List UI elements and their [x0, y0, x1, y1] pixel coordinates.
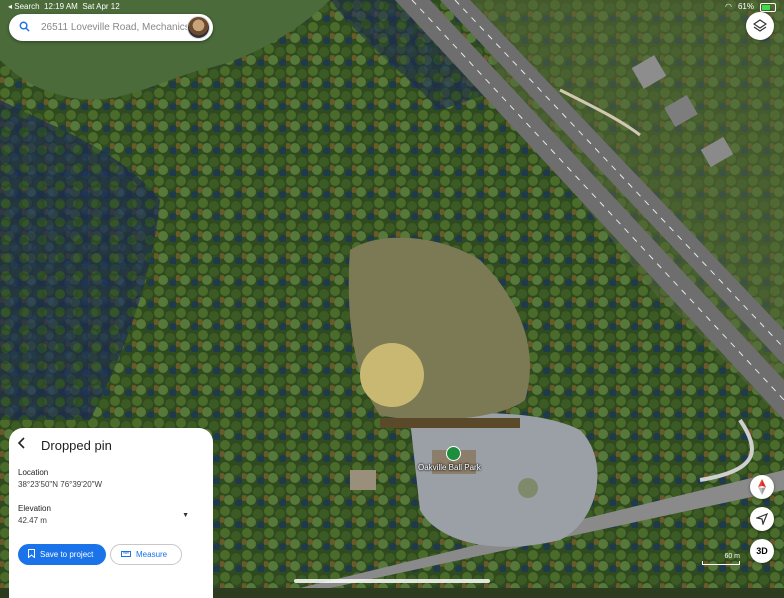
panel-header: Dropped pin [17, 436, 112, 454]
status-left: ◂ Search 12:19 AM Sat Apr 12 [8, 0, 120, 14]
home-indicator[interactable] [294, 579, 490, 583]
my-location-icon[interactable] [750, 507, 774, 531]
location-value: 38°23'50"N 76°39'20"W [18, 480, 103, 489]
panel-title: Dropped pin [41, 437, 112, 453]
avatar[interactable] [187, 16, 210, 39]
bookmark-icon [28, 549, 35, 560]
battery-icon [760, 2, 776, 12]
status-right: ◠ 61% [725, 0, 776, 14]
status-date: Sat Apr 12 [82, 2, 120, 11]
save-label: Save to project [40, 550, 94, 559]
status-time: 12:19 AM [44, 2, 78, 11]
back-arrow-icon[interactable] [17, 436, 33, 454]
search-icon[interactable] [13, 21, 35, 35]
status-bar: ◂ Search 12:19 AM Sat Apr 12 ◠ 61% [0, 0, 784, 14]
compass-icon[interactable] [750, 475, 774, 499]
elevation-value: 42.47 m [18, 516, 47, 525]
wifi-icon: ◠ [725, 2, 732, 11]
save-to-project-button[interactable]: Save to project [18, 544, 106, 565]
place-label[interactable]: Oakville Ball Park [418, 463, 481, 472]
search-bar[interactable]: 26511 Loveville Road, Mechanicsv [9, 14, 213, 41]
dropped-pin-panel: Dropped pin Location 38°23'50"N 76°39'20… [9, 428, 213, 598]
chevron-down-icon[interactable]: ▼ [182, 512, 189, 519]
back-to-app-link[interactable]: ◂ Search [8, 2, 40, 11]
place-pin-icon[interactable] [446, 446, 461, 461]
layers-icon[interactable] [746, 12, 774, 40]
elevation-label: Elevation [18, 504, 51, 513]
search-input[interactable]: 26511 Loveville Road, Mechanicsv [41, 22, 187, 33]
measure-button[interactable]: Measure [110, 544, 182, 565]
scale-label: 60 m [724, 553, 740, 560]
battery-percent: 61% [737, 2, 754, 11]
3d-button[interactable]: 3D [750, 539, 774, 563]
ruler-icon [121, 550, 131, 559]
measure-label: Measure [136, 550, 168, 559]
scale-bar [702, 561, 740, 565]
location-label: Location [18, 468, 49, 477]
